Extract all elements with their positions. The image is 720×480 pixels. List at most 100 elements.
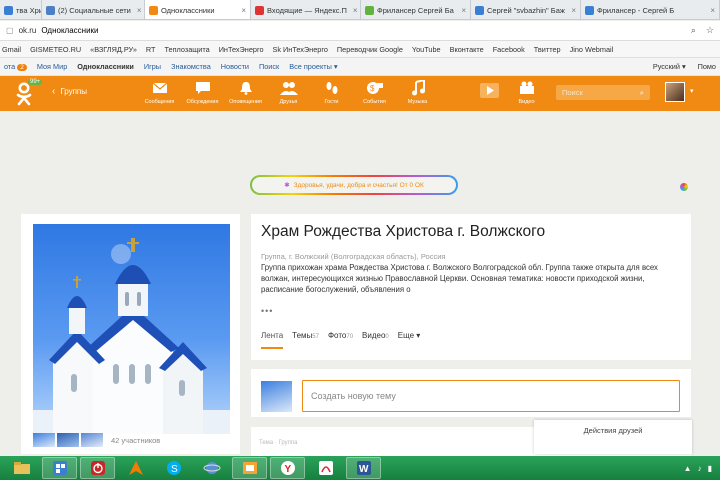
power-icon[interactable] xyxy=(80,457,115,479)
top-link[interactable]: Игры xyxy=(144,62,161,71)
chevron-down-icon[interactable]: ▾ xyxy=(690,87,694,95)
browser-tab-active[interactable]: Одноклассники × xyxy=(145,0,251,19)
tab-favicon-icon xyxy=(4,5,13,15)
browser-tab[interactable]: Входящие — Яндекс.П × xyxy=(251,0,361,19)
nav-guests[interactable]: Гости xyxy=(310,79,353,105)
events-icon: $ xyxy=(366,79,384,97)
ok-favicon-icon xyxy=(149,5,158,15)
star-icon[interactable]: ☆ xyxy=(706,25,714,36)
avast-icon[interactable] xyxy=(118,457,153,479)
help-link[interactable]: Помо xyxy=(698,62,716,71)
browser-tab[interactable]: Фрилансер Сергей Ба × xyxy=(361,0,471,19)
ok-logo-icon[interactable]: 99+ xyxy=(14,79,43,106)
close-tab-icon[interactable]: × xyxy=(707,6,715,15)
bookmark[interactable]: Jino Webmail xyxy=(570,45,614,54)
address-bar[interactable]: ▢ ok.ru Одноклассники ⌕ ☆ xyxy=(0,21,720,41)
network-icon[interactable] xyxy=(194,457,229,479)
avatar[interactable] xyxy=(665,82,685,102)
bookmark[interactable]: ИнТехЭнерго xyxy=(219,45,264,54)
bookmark[interactable]: YouTube xyxy=(412,45,441,54)
nav-discussions[interactable]: Обсуждения xyxy=(181,79,224,105)
holiday-promo-banner[interactable]: ✱ Здоровья, удачи, добра и счастья! От 0… xyxy=(250,175,458,195)
yandex-browser-icon[interactable]: Y xyxy=(270,457,305,479)
tab-photos[interactable]: Фото70 xyxy=(328,331,353,349)
chat-icon xyxy=(195,79,211,97)
nav-messages[interactable]: Сообщения xyxy=(138,79,181,105)
friends-activity-panel[interactable]: Действия друзей xyxy=(534,420,692,454)
play-icon[interactable] xyxy=(480,83,499,98)
file-explorer-icon[interactable] xyxy=(4,457,39,479)
ok-header: 99+ ‹ Группы Сообщения Обсуждения Оповещ… xyxy=(0,76,720,111)
bookmark[interactable]: GISMETEO.RU xyxy=(30,45,81,54)
chevron-left-icon: ‹ xyxy=(52,86,56,97)
close-tab-icon[interactable]: × xyxy=(238,6,246,15)
member-avatar[interactable] xyxy=(33,433,55,447)
create-topic-input[interactable]: Создать новую тему xyxy=(302,380,680,412)
task-view-icon[interactable] xyxy=(42,457,77,479)
bookmark[interactable]: Вконтакте xyxy=(450,45,484,54)
nav-video[interactable]: Видео xyxy=(505,79,548,105)
tab-more[interactable]: Еще ▾ xyxy=(398,331,421,349)
envelope-icon xyxy=(152,79,168,97)
member-avatar[interactable] xyxy=(57,433,79,447)
all-projects-link[interactable]: Все проекты ▾ xyxy=(289,62,337,71)
top-link[interactable]: Моя Мир xyxy=(37,62,67,71)
page-icon: ▢ xyxy=(6,26,14,35)
top-link[interactable]: Новости xyxy=(221,62,249,71)
browser-tab[interactable]: Фрилансер - Сергей Б × xyxy=(581,0,720,19)
create-topic-card: Создать новую тему xyxy=(251,369,691,417)
bookmark[interactable]: Facebook xyxy=(493,45,525,54)
tab-favicon-icon xyxy=(475,5,484,15)
close-tab-icon[interactable]: × xyxy=(458,6,466,15)
close-tab-icon[interactable]: × xyxy=(134,6,142,15)
search-input[interactable]: Поиск ⌕ xyxy=(556,85,650,100)
rainbow-circle-icon[interactable] xyxy=(680,183,688,191)
nav-notifications[interactable]: Оповещения xyxy=(224,79,267,105)
skype-icon[interactable]: S xyxy=(156,457,191,479)
browser-tab-strip: тва Хрис (2) Социальные сети× Одноклассн… xyxy=(0,0,720,20)
back-to-groups-link[interactable]: ‹ Группы xyxy=(52,86,87,97)
tab-topics[interactable]: Темы57 xyxy=(292,331,319,349)
group-avatar-card: 42 участников xyxy=(21,214,240,454)
more-description-button[interactable]: ••• xyxy=(261,306,273,316)
bookmark[interactable]: «ВЗГЛЯД.РУ» xyxy=(90,45,137,54)
search-icon[interactable]: ⌕ xyxy=(640,88,644,98)
nav-events[interactable]: $ События xyxy=(353,79,396,105)
search-icon[interactable]: ⌕ xyxy=(691,25,696,36)
browser-tab[interactable]: тва Хрис xyxy=(0,0,42,19)
office-icon[interactable] xyxy=(232,457,267,479)
top-link[interactable]: ота 2 xyxy=(4,62,27,71)
language-select[interactable]: Русский ▾ xyxy=(653,62,686,71)
bookmark[interactable]: Твиттер xyxy=(534,45,561,54)
members-count[interactable]: 42 участников xyxy=(111,436,160,445)
browser-tab[interactable]: (2) Социальные сети × xyxy=(42,0,145,19)
fl-favicon-icon xyxy=(365,5,374,15)
group-description: Группа прихожан храма Рождества Христова… xyxy=(261,263,658,295)
acrobat-icon[interactable] xyxy=(308,457,343,479)
svg-text:S: S xyxy=(171,464,178,475)
battery-icon[interactable]: ▮ xyxy=(708,464,712,473)
system-tray: ▲ ♪ ▮ xyxy=(684,464,720,473)
tab-feed[interactable]: Лента xyxy=(261,331,284,349)
top-link-active[interactable]: Одноклассники xyxy=(77,62,134,71)
word-icon[interactable]: W xyxy=(346,457,381,479)
browser-tab[interactable]: Сергей "svbazhin" Баж × xyxy=(471,0,581,19)
bookmark[interactable]: Теплозащита xyxy=(165,45,210,54)
close-tab-icon[interactable]: × xyxy=(350,6,358,15)
member-avatar[interactable] xyxy=(81,433,103,447)
group-photo[interactable] xyxy=(33,224,230,434)
windows-taskbar: S Y W ▲ ♪ ▮ xyxy=(0,456,720,480)
nav-friends[interactable]: Друзья xyxy=(267,79,310,105)
bookmark[interactable]: Gmail xyxy=(2,45,21,54)
volume-icon[interactable]: ♪ xyxy=(698,464,702,473)
top-link[interactable]: Поиск xyxy=(259,62,279,71)
tab-favicon-icon xyxy=(46,5,55,15)
nav-music[interactable]: Музыка xyxy=(396,79,439,105)
top-link[interactable]: Знакомства xyxy=(171,62,211,71)
tray-expand-icon[interactable]: ▲ xyxy=(684,464,692,473)
bookmark[interactable]: Переводчик Google xyxy=(337,45,403,54)
tab-videos[interactable]: Видео0 xyxy=(362,331,389,349)
close-tab-icon[interactable]: × xyxy=(568,6,576,15)
bookmark[interactable]: RT xyxy=(146,45,156,54)
bookmark[interactable]: Sk ИнТехЭнерго xyxy=(273,45,328,54)
